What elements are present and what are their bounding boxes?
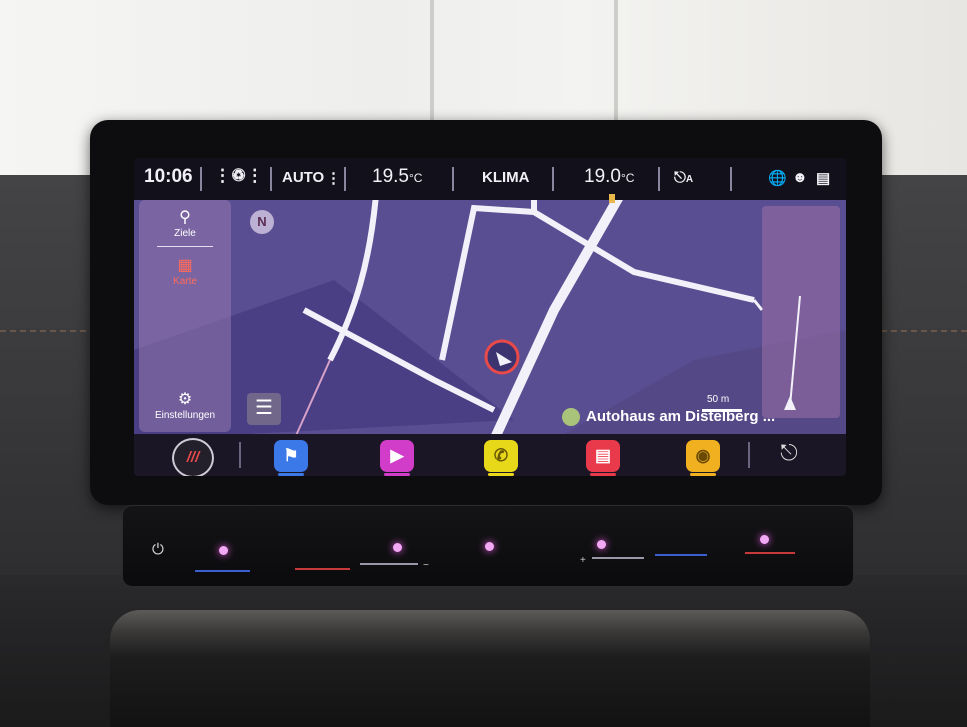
- air-vent: [110, 610, 870, 727]
- search-icon: ⚲: [179, 209, 191, 226]
- map-icon: ▦: [177, 257, 193, 274]
- map-road: [439, 204, 535, 361]
- left-temp-slider[interactable]: [195, 570, 250, 572]
- car-icon: ⎋: [674, 169, 686, 186]
- car-mode-indicator[interactable]: ⎋A: [674, 169, 693, 186]
- left-temp-slider-warm[interactable]: [295, 568, 350, 570]
- sidebar-item-karte[interactable]: ▦ Karte: [139, 256, 231, 287]
- sidebar-item-einstellungen[interactable]: ⚙ Einstellungen: [139, 390, 231, 421]
- right-temp-slider-warm[interactable]: [745, 552, 795, 554]
- navigation-app-button[interactable]: ⚑: [274, 440, 308, 476]
- status-bar: 10:06 ⋮♽⋮ AUTO ⋮ 19.5°C KLIMA 19.0°C ⎋A …: [134, 158, 846, 200]
- touch-point[interactable]: [760, 535, 769, 544]
- apps-app-button[interactable]: ◉: [686, 440, 720, 476]
- right-temperature[interactable]: 19.0°C: [584, 166, 634, 188]
- left-temperature[interactable]: 19.5°C: [372, 166, 422, 188]
- touch-point[interactable]: [597, 540, 606, 549]
- destination-label[interactable]: Autohaus am Distelberg ...: [562, 408, 775, 427]
- touch-point[interactable]: [393, 543, 402, 552]
- compass-icon[interactable]: N: [250, 210, 274, 234]
- notifications-icon[interactable]: ▤: [816, 169, 830, 187]
- map-road: [752, 299, 764, 311]
- touch-point[interactable]: [485, 542, 494, 551]
- minus-icon: −: [423, 560, 429, 571]
- sidebar-item-ziele[interactable]: ⚲ Ziele: [139, 208, 231, 239]
- globe-icon[interactable]: 🌐: [768, 169, 787, 187]
- clock: 10:06: [144, 166, 193, 187]
- media-app-button[interactable]: ▶: [380, 440, 414, 476]
- flag-icon: ⚑: [283, 446, 299, 465]
- user-icon[interactable]: ☻: [792, 169, 808, 186]
- right-temp-slider[interactable]: [655, 554, 707, 556]
- seat-heating-icon[interactable]: ⋮♽⋮: [214, 166, 263, 186]
- play-icon: ▶: [390, 446, 404, 465]
- map-menu-button[interactable]: ☰: [247, 393, 281, 425]
- car-icon: ⎋: [780, 440, 798, 465]
- climate-button[interactable]: KLIMA: [482, 169, 530, 186]
- volume-slider-right[interactable]: [592, 557, 644, 559]
- phone-icon: ✆: [493, 446, 509, 465]
- app-dock: /// ⚑ ▶ ✆ ▤ ◉ ⎋: [134, 434, 846, 476]
- plus-icon: +: [580, 555, 586, 566]
- climate-options-icon[interactable]: ⋮: [326, 169, 341, 187]
- home-button[interactable]: ///: [172, 438, 214, 476]
- car-app-button[interactable]: ⎋: [766, 440, 812, 470]
- volume-slider[interactable]: [360, 563, 418, 565]
- turn-guidance-panel[interactable]: [762, 206, 840, 418]
- radio-icon: ▤: [594, 446, 612, 465]
- map-scale-label: 50 m: [707, 394, 730, 405]
- infotainment-screen: 10:06 ⋮♽⋮ AUTO ⋮ 19.5°C KLIMA 19.0°C ⎋A …: [134, 158, 846, 476]
- phone-app-button[interactable]: ✆: [484, 440, 518, 476]
- radio-app-button[interactable]: ▤: [586, 440, 620, 476]
- map-main-road: [489, 200, 623, 440]
- guidance-path: [789, 295, 801, 407]
- map-roads: [134, 200, 846, 440]
- direction-arrow-icon: [784, 396, 796, 410]
- navigation-sidebar: ⚲ Ziele ▦ Karte ⚙ Einstellungen: [139, 200, 231, 432]
- apps-icon: ◉: [695, 446, 711, 465]
- power-icon[interactable]: ⏻: [152, 541, 164, 558]
- gear-icon: ⚙: [177, 391, 193, 408]
- road-number-badge: ​: [609, 194, 615, 203]
- destination-pin-icon: [562, 408, 580, 427]
- climate-mode[interactable]: AUTO: [282, 169, 324, 186]
- touch-point[interactable]: [219, 546, 228, 555]
